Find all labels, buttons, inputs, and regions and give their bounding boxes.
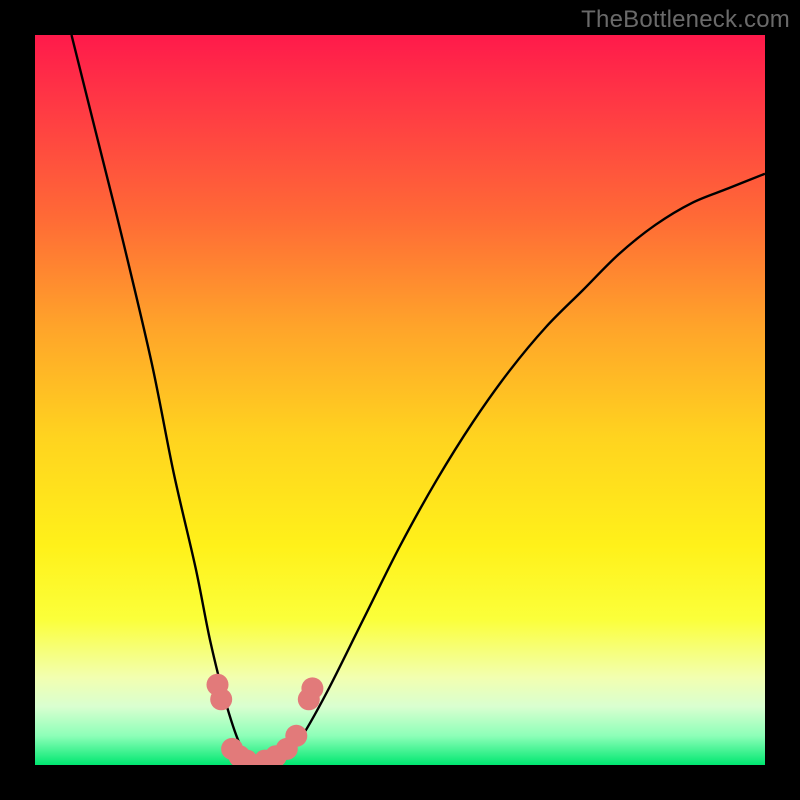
- chart-frame: TheBottleneck.com: [0, 0, 800, 800]
- curve-line: [72, 35, 766, 765]
- bottleneck-curve: [72, 35, 766, 765]
- curve-layer: [35, 35, 765, 765]
- plot-area: [35, 35, 765, 765]
- data-marker: [210, 688, 232, 710]
- watermark-text: TheBottleneck.com: [581, 6, 790, 34]
- data-markers: [207, 674, 324, 765]
- data-marker: [285, 725, 307, 747]
- data-marker: [301, 677, 323, 699]
